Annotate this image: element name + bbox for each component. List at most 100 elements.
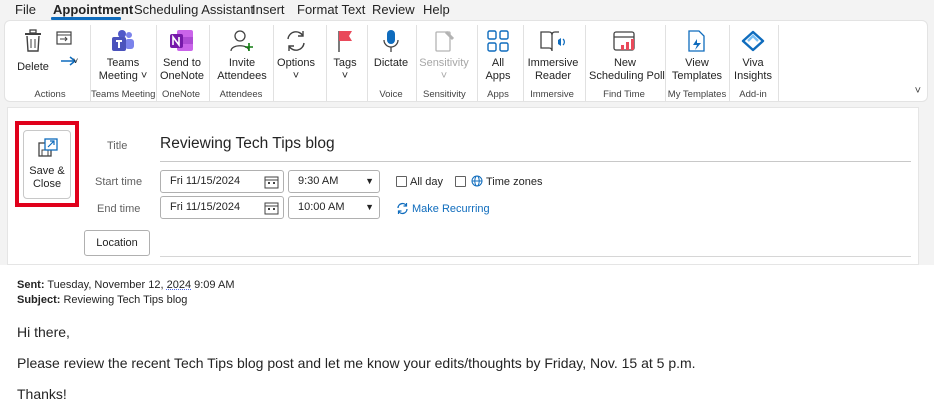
immersive-reader-label-1: Immersive	[527, 57, 579, 69]
calendar-icon[interactable]	[264, 201, 279, 215]
immersive-reader-label-2: Reader	[534, 70, 572, 82]
location-button[interactable]: Location	[84, 230, 150, 256]
onenote-icon	[170, 30, 193, 51]
make-recurring-link[interactable]: Make Recurring	[412, 203, 490, 215]
teams-meeting-button[interactable]: Teams Meeting ˅	[95, 27, 151, 87]
send-to-onenote-label-2: OneNote	[160, 70, 205, 82]
view-templates-label-1: View	[685, 57, 709, 69]
title-input[interactable]: Reviewing Tech Tips blog	[160, 135, 335, 153]
calendar-poll-icon	[613, 31, 635, 51]
invite-attendees-button[interactable]: Invite Attendees	[214, 27, 270, 87]
closing-text: Thanks!	[17, 386, 67, 402]
delete-label: Delete	[17, 61, 49, 73]
menu-file[interactable]: File	[15, 2, 36, 17]
all-day-label: All day	[410, 176, 444, 188]
tags-button[interactable]: Tags ˅	[330, 27, 360, 87]
viva-insights-icon	[741, 30, 765, 52]
view-templates-label-2: Templates	[671, 70, 723, 82]
archive-button[interactable]	[53, 31, 75, 51]
start-time-value: 9:30 AM	[298, 175, 339, 187]
ribbon-separator	[523, 25, 524, 101]
location-input[interactable]	[160, 256, 911, 257]
chevron-down-icon: ˅	[73, 56, 79, 66]
menu-appointment[interactable]: Appointment	[53, 2, 133, 17]
sent-value-b: 9:09 AM	[191, 279, 235, 291]
time-zones-label: Time zones	[486, 176, 543, 188]
group-label-attendees: Attendees	[219, 89, 263, 100]
teams-icon	[112, 30, 134, 51]
send-to-onenote-button[interactable]: Send to OneNote	[160, 27, 204, 87]
start-time-select[interactable]: 9:30 AM ▼	[288, 170, 380, 193]
invite-attendees-label-2: Attendees	[217, 70, 267, 82]
ribbon-collapse-chevron-icon[interactable]: ˅	[915, 85, 921, 97]
forward-button[interactable]: ˅	[53, 55, 85, 73]
end-time-select[interactable]: 10:00 AM ▼	[288, 196, 380, 219]
chevron-down-icon: ˅	[440, 70, 448, 82]
ribbon-separator	[729, 25, 730, 101]
delete-button[interactable]: Delete	[15, 27, 51, 87]
end-time-value: 10:00 AM	[298, 201, 345, 213]
start-date-value: Fri 11/15/2024	[170, 175, 241, 187]
group-label-apps: Apps	[487, 89, 509, 100]
options-label: Options	[277, 57, 315, 69]
immersive-reader-button[interactable]: Immersive Reader	[526, 27, 580, 87]
ribbon: Delete ˅ Actions Teams Meeting ˅ Teams M…	[4, 20, 928, 102]
chevron-down-icon: ˅	[341, 70, 349, 82]
teams-meeting-label-1: Teams	[106, 57, 140, 69]
menu-bar: File Appointment Scheduling Assistant In…	[0, 0, 934, 20]
ribbon-separator	[209, 25, 210, 101]
viva-insights-label-1: Viva	[742, 57, 764, 69]
sensitivity-icon	[435, 30, 455, 52]
view-templates-button[interactable]: View Templates	[669, 27, 725, 87]
menu-insert[interactable]: Insert	[252, 2, 285, 17]
send-to-onenote-label-1: Send to	[163, 57, 201, 69]
dictate-button[interactable]: Dictate	[371, 27, 411, 87]
chevron-down-icon: ˅	[292, 70, 300, 82]
group-label-teams-meeting: Teams Meeting	[91, 89, 156, 100]
sent-line: Sent: Tuesday, November 12, 2024 9:09 AM	[17, 279, 235, 291]
all-day-checkbox[interactable]	[396, 176, 407, 187]
calendar-icon[interactable]	[264, 175, 279, 189]
options-button[interactable]: Options ˅	[276, 27, 316, 87]
viva-insights-button[interactable]: Viva Insights	[732, 27, 774, 87]
end-date-field[interactable]: Fri 11/15/2024	[160, 196, 284, 219]
dropdown-arrow-icon: ▼	[365, 202, 374, 212]
ribbon-separator	[367, 25, 368, 101]
tags-label: Tags	[333, 57, 357, 69]
group-label-find-time: Find Time	[603, 89, 645, 100]
sensitivity-button[interactable]: Sensitivity ˅	[419, 27, 469, 87]
highlight-box	[15, 121, 79, 207]
title-label: Title	[107, 140, 128, 152]
menu-help[interactable]: Help	[423, 2, 450, 17]
globe-icon	[471, 175, 483, 187]
time-zones-checkbox[interactable]	[455, 176, 466, 187]
new-scheduling-poll-button[interactable]: New Scheduling Poll	[589, 27, 665, 87]
viva-insights-label-2: Insights	[734, 70, 772, 82]
start-date-field[interactable]: Fri 11/15/2024	[160, 170, 284, 193]
document-lightning-icon	[688, 30, 705, 52]
new-scheduling-poll-label-1: New	[613, 57, 636, 69]
end-date-value: Fri 11/15/2024	[170, 201, 241, 213]
sensitivity-label: Sensitivity	[419, 57, 469, 69]
apps-grid-icon	[487, 30, 509, 52]
message-body[interactable]: Sent: Tuesday, November 12, 2024 9:09 AM…	[0, 265, 934, 406]
menu-format-text[interactable]: Format Text	[297, 2, 365, 17]
group-label-voice: Voice	[379, 89, 403, 100]
ribbon-separator	[665, 25, 666, 101]
menu-scheduling-assistant[interactable]: Scheduling Assistant	[134, 2, 254, 17]
book-audio-icon	[540, 31, 565, 52]
title-underline	[160, 161, 911, 162]
dictate-label: Dictate	[373, 57, 409, 69]
ribbon-separator	[477, 25, 478, 101]
message-text: Please review the recent Tech Tips blog …	[17, 355, 696, 371]
end-time-label: End time	[97, 203, 141, 215]
menu-review[interactable]: Review	[372, 2, 415, 17]
start-time-label: Start time	[95, 176, 143, 188]
subject-label: Subject:	[17, 294, 61, 306]
flag-icon	[338, 31, 352, 52]
dropdown-arrow-icon: ▼	[365, 176, 374, 186]
all-apps-label-1: All	[491, 57, 505, 69]
all-apps-button[interactable]: All Apps	[481, 27, 515, 87]
sent-value-a: Tuesday, November 12,	[44, 279, 167, 291]
teams-meeting-label-2: Meeting ˅	[98, 70, 148, 82]
